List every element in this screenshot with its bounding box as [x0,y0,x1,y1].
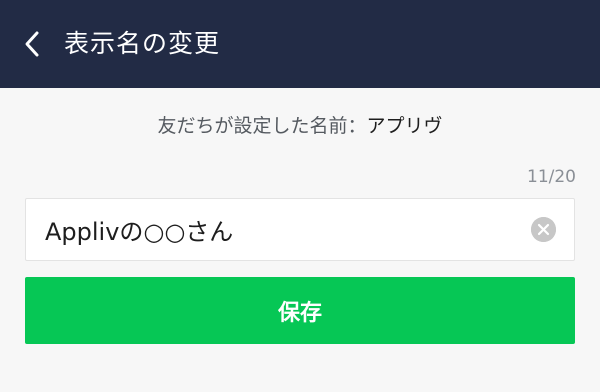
display-name-input[interactable] [26,199,521,260]
display-name-field [25,198,575,261]
friend-set-name-value: アプリヴ [366,115,443,137]
character-counter: 11/20 [527,167,576,187]
clear-input-button[interactable] [531,217,556,242]
header-bar: 表示名の変更 [0,0,600,88]
clear-circle-icon [531,217,556,242]
friend-set-name-label: 友だちが設定した名前： [157,115,367,137]
back-button[interactable] [14,24,50,64]
save-button[interactable]: 保存 [25,277,575,344]
friend-set-name: 友だちが設定した名前：アプリヴ [0,112,600,140]
page-title: 表示名の変更 [64,29,221,58]
chevron-left-icon [25,31,39,57]
